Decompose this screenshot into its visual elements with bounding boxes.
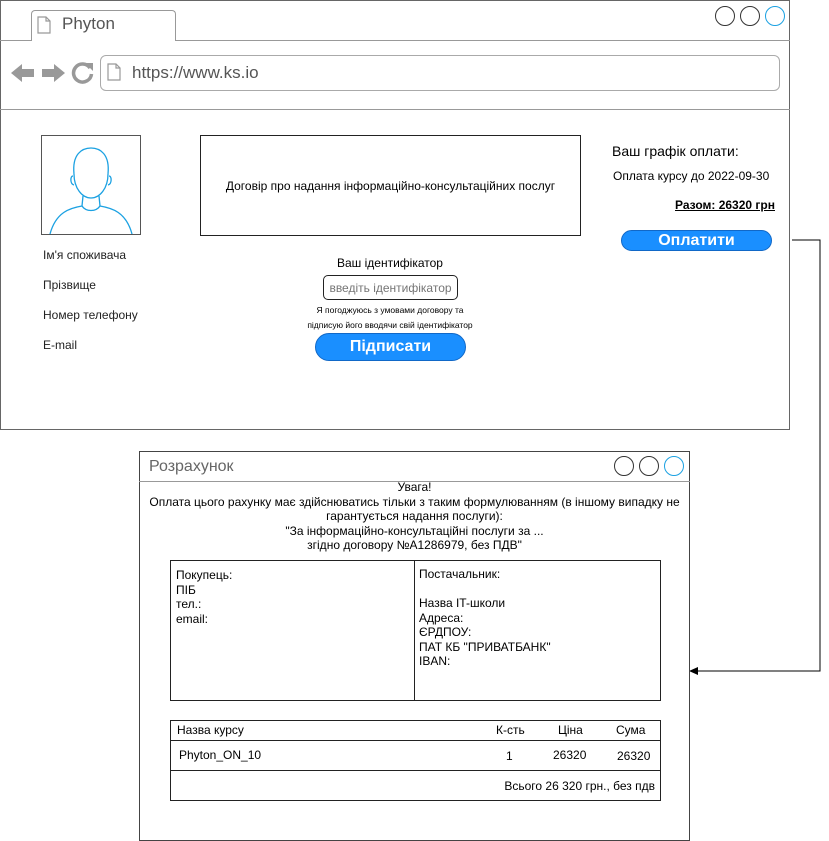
row-price: 26320: [553, 748, 587, 762]
arrowhead-icon: [689, 667, 698, 675]
schedule-due-date: Оплата курсу до 2022-09-30: [613, 169, 770, 183]
header-price: Ціна: [558, 723, 583, 737]
buyer-details: Покупець: ПІБ тел.: email:: [176, 568, 232, 626]
supplier-details: Постачальник: Назва IT-школи Адреса: ЄРД…: [419, 567, 551, 669]
invoice-title: Розрахунок: [149, 458, 234, 475]
row-sum: 26320: [617, 749, 651, 763]
back-arrow-icon[interactable]: [10, 62, 36, 84]
user-icon: [49, 147, 133, 235]
buyer-line: email:: [176, 611, 209, 626]
table-total: Всього 26 320 грн., без пдв: [504, 779, 655, 793]
row-qty: 1: [506, 749, 513, 763]
parties-divider: [414, 560, 415, 701]
row-course: Phyton_ON_10: [179, 748, 262, 762]
payment-warning: Увага! Оплата цього рахунку має здійснюв…: [140, 480, 689, 553]
identifier-input[interactable]: [323, 275, 458, 300]
page-icon: [107, 63, 121, 81]
page-icon: [37, 16, 51, 34]
contract-title: Договір про надання інформаційно-консуль…: [225, 178, 556, 193]
table-divider: [170, 770, 661, 771]
pay-button-label: Оплатити: [658, 231, 735, 249]
customer-name-label: Ім'я споживача: [43, 248, 127, 262]
schedule-total[interactable]: Разом: 26320 грн: [600, 198, 775, 212]
supplier-line: ЄРДПОУ:: [419, 625, 472, 639]
warning-line: Оплата цього рахунку має здійснюватись т…: [149, 494, 680, 509]
header-sum: Сума: [616, 723, 646, 737]
maximize-button[interactable]: [639, 456, 659, 476]
pay-button[interactable]: Оплатити: [621, 230, 772, 251]
warning-line: "За інформаційно-консультаційні послуги …: [285, 523, 544, 538]
agreement-text: Я погоджуюсь з умовами договору та підпи…: [290, 303, 490, 333]
supplier-line: Адреса:: [419, 610, 464, 625]
forward-arrow-icon[interactable]: [40, 62, 66, 84]
close-button[interactable]: [664, 456, 684, 476]
agreement-line: підписую його вводячи свій ідентифікатор: [307, 320, 473, 330]
warning-line: згідно договору №А1286979, без ПДВ": [307, 538, 522, 552]
warning-line: Увага!: [397, 480, 432, 494]
tab-title: Phyton: [62, 14, 115, 33]
buyer-line: ПІБ: [176, 582, 196, 597]
reload-icon[interactable]: [71, 61, 95, 85]
parties-box: [170, 560, 661, 701]
schedule-title: Ваш графік оплати:: [612, 143, 739, 159]
supplier-line: IBAN:: [419, 654, 451, 668]
minimize-button[interactable]: [715, 6, 735, 26]
url-text: https://www.ks.io: [132, 63, 259, 82]
supplier-line: ПАТ КБ "ПРИВАТБАНК": [419, 639, 551, 654]
buyer-line: Покупець:: [176, 568, 233, 582]
agreement-line: Я погоджуюсь з умовами договору та: [316, 305, 464, 315]
contract-link[interactable]: Договір про надання інформаційно-консуль…: [200, 135, 581, 236]
navbar-divider: [0, 109, 790, 110]
header-course: Назва курсу: [177, 723, 244, 737]
minimize-button[interactable]: [614, 456, 634, 476]
supplier-line: [419, 582, 551, 597]
close-button[interactable]: [765, 6, 785, 26]
identifier-label: Ваш ідентифікатор: [337, 256, 443, 270]
surname-label: Прізвище: [43, 278, 96, 292]
maximize-button[interactable]: [740, 6, 760, 26]
email-label: E-mail: [43, 338, 78, 352]
warning-line: гарантується надання послуги):: [326, 509, 503, 523]
header-qty: К-сть: [496, 723, 525, 737]
phone-label: Номер телефону: [43, 308, 138, 322]
sign-button[interactable]: Підписати: [315, 333, 466, 361]
supplier-line: Постачальник:: [419, 567, 501, 581]
table-divider: [170, 740, 661, 741]
supplier-line: Назва IT-школи: [419, 596, 506, 610]
sign-button-label: Підписати: [349, 338, 432, 355]
buyer-line: тел.:: [176, 597, 202, 611]
avatar: [41, 135, 141, 235]
